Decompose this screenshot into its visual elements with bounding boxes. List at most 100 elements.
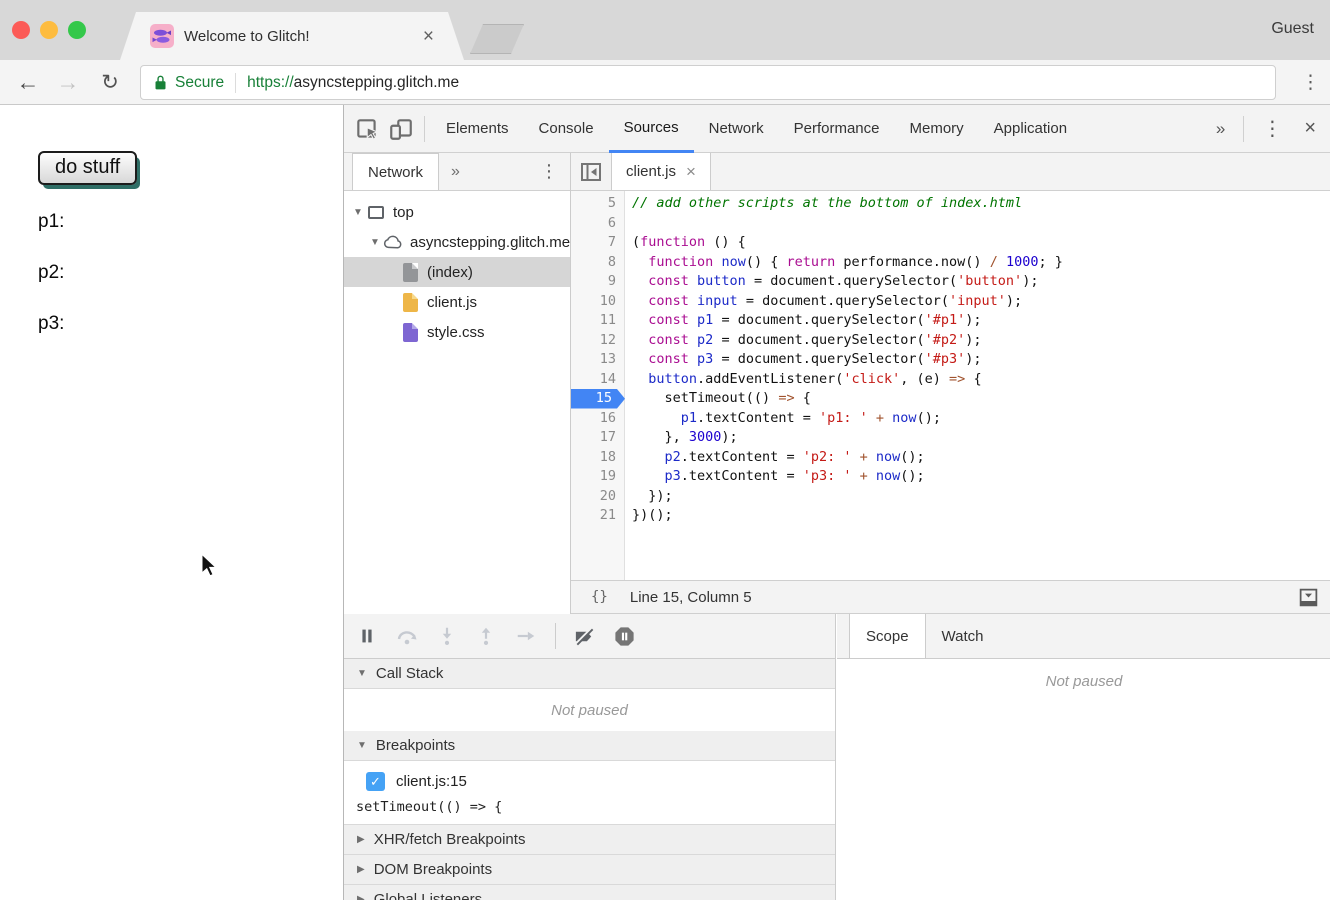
- line-number[interactable]: 13: [571, 350, 625, 370]
- code-line[interactable]: setTimeout(() => {: [625, 389, 811, 409]
- code-line[interactable]: const p2 = document.querySelector('#p2')…: [625, 331, 982, 351]
- paragraph-p2: p2:: [38, 262, 64, 284]
- line-number[interactable]: 10: [571, 292, 625, 312]
- tree-item-client-js[interactable]: client.js: [344, 287, 570, 317]
- browser-menu-icon[interactable]: ⋮: [1301, 60, 1320, 104]
- devtools-tab-performance[interactable]: Performance: [779, 105, 895, 153]
- line-number[interactable]: 19: [571, 467, 625, 487]
- step-icon[interactable]: [514, 625, 538, 647]
- editor-tab-clientjs[interactable]: client.js ×: [611, 153, 711, 190]
- code-line[interactable]: }, 3000);: [625, 428, 738, 448]
- code-line[interactable]: const p1 = document.querySelector('#p1')…: [625, 311, 982, 331]
- code-line[interactable]: const button = document.querySelector('b…: [625, 272, 1038, 292]
- devtools-close-icon[interactable]: ×: [1294, 117, 1326, 140]
- tab-scope[interactable]: Scope: [849, 614, 926, 658]
- show-drawer-icon[interactable]: [1298, 587, 1319, 608]
- line-number[interactable]: 16: [571, 409, 625, 429]
- line-number[interactable]: 9: [571, 272, 625, 292]
- section-header-dom-breakpoints[interactable]: ▶DOM Breakpoints: [344, 855, 835, 885]
- breakpoints-header[interactable]: ▼ Breakpoints: [344, 731, 835, 761]
- line-number[interactable]: 21: [571, 506, 625, 526]
- devtools-menu-icon[interactable]: ⋮: [1252, 116, 1292, 141]
- navigator-more-tabs-icon[interactable]: »: [439, 153, 472, 190]
- pause-script-icon[interactable]: [356, 625, 378, 647]
- devtools-tab-sources[interactable]: Sources: [609, 105, 694, 153]
- line-number[interactable]: 8: [571, 253, 625, 273]
- navigator-menu-icon[interactable]: ⋮: [528, 153, 570, 190]
- breakpoint-location-label: client.js:15: [396, 773, 467, 790]
- code-line[interactable]: const input = document.querySelector('in…: [625, 292, 1022, 312]
- do-stuff-button[interactable]: do stuff: [38, 151, 137, 185]
- code-row: 11 const p1 = document.querySelector('#p…: [571, 311, 1330, 331]
- code-line[interactable]: (function () {: [625, 233, 746, 253]
- line-number[interactable]: 18: [571, 448, 625, 468]
- line-number[interactable]: 20: [571, 487, 625, 507]
- line-number[interactable]: 5: [571, 194, 625, 214]
- profile-label[interactable]: Guest: [1271, 20, 1314, 38]
- pause-on-exceptions-icon[interactable]: [613, 625, 636, 648]
- devtools-tab-elements[interactable]: Elements: [431, 105, 524, 153]
- code-line[interactable]: });: [625, 487, 673, 507]
- code-line[interactable]: // add other scripts at the bottom of in…: [625, 194, 1022, 214]
- tree-expander-icon[interactable]: ▼: [350, 207, 366, 218]
- code-line[interactable]: p1.textContent = 'p1: ' + now();: [625, 409, 941, 429]
- frame-icon: [366, 206, 386, 219]
- deactivate-breakpoints-icon[interactable]: [573, 625, 596, 648]
- code-line[interactable]: })();: [625, 506, 673, 526]
- breakpoint-checkbox[interactable]: ✓: [366, 772, 385, 791]
- code-line[interactable]: button.addEventListener('click', (e) => …: [625, 370, 982, 390]
- close-window-button[interactable]: [12, 21, 30, 39]
- line-number[interactable]: 6: [571, 214, 625, 234]
- breakpoint-marker[interactable]: 15: [571, 389, 625, 409]
- browser-tab[interactable]: Welcome to Glitch! ×: [120, 12, 464, 60]
- code-line[interactable]: p3.textContent = 'p3: ' + now();: [625, 467, 925, 487]
- code-line[interactable]: const p3 = document.querySelector('#p3')…: [625, 350, 982, 370]
- back-button[interactable]: ←: [12, 60, 44, 104]
- breakpoint-entry[interactable]: ✓ client.js:15 setTimeout(() => {: [344, 761, 835, 825]
- navigator-tab-network[interactable]: Network: [352, 153, 439, 190]
- reload-button[interactable]: ↻: [94, 60, 126, 104]
- code-line[interactable]: function now() { return performance.now(…: [625, 253, 1063, 273]
- url-bar[interactable]: Secure https:// asyncstepping.glitch.me: [140, 65, 1276, 100]
- devtools-tab-console[interactable]: Console: [524, 105, 609, 153]
- code-row: 20 });: [571, 487, 1330, 507]
- step-out-icon[interactable]: [475, 624, 497, 648]
- doc-purple-icon: [400, 323, 420, 342]
- new-tab-button[interactable]: [470, 24, 524, 54]
- section-header-xhr-fetch-breakpoints[interactable]: ▶XHR/fetch Breakpoints: [344, 825, 835, 855]
- call-stack-header[interactable]: ▼ Call Stack: [344, 659, 835, 689]
- section-header-global-listeners[interactable]: ▶Global Listeners: [344, 885, 835, 900]
- line-number[interactable]: 12: [571, 331, 625, 351]
- breakpoints-title: Breakpoints: [376, 737, 455, 754]
- tree-item-asyncstepping-glitch-me[interactable]: ▼asyncstepping.glitch.me: [344, 227, 570, 257]
- more-tabs-icon[interactable]: »: [1206, 119, 1235, 139]
- collapse-navigator-icon[interactable]: [571, 153, 611, 190]
- tree-expander-icon[interactable]: ▼: [367, 237, 383, 248]
- devtools-tab-network[interactable]: Network: [694, 105, 779, 153]
- tree-item-style-css[interactable]: style.css: [344, 317, 570, 347]
- zoom-window-button[interactable]: [68, 21, 86, 39]
- line-number[interactable]: 7: [571, 233, 625, 253]
- tab-close-icon[interactable]: ×: [423, 27, 434, 46]
- line-number[interactable]: 17: [571, 428, 625, 448]
- inspect-element-icon[interactable]: [350, 112, 384, 146]
- tree-item--index-[interactable]: (index): [344, 257, 570, 287]
- step-into-icon[interactable]: [436, 624, 458, 648]
- line-number[interactable]: 11: [571, 311, 625, 331]
- tree-item-top[interactable]: ▼top: [344, 197, 570, 227]
- editor-tab-close-icon[interactable]: ×: [686, 162, 696, 182]
- code-line[interactable]: [625, 214, 640, 234]
- devtools-panel: ElementsConsoleSourcesNetworkPerformance…: [343, 105, 1330, 900]
- code-row: 6: [571, 214, 1330, 234]
- devtools-tab-application[interactable]: Application: [979, 105, 1082, 153]
- pretty-print-icon[interactable]: {}: [591, 589, 608, 605]
- code-line[interactable]: p2.textContent = 'p2: ' + now();: [625, 448, 925, 468]
- step-over-icon[interactable]: [395, 624, 419, 648]
- code-editor[interactable]: 5// add other scripts at the bottom of i…: [571, 191, 1330, 580]
- device-toolbar-icon[interactable]: [384, 112, 418, 146]
- devtools-tab-memory[interactable]: Memory: [895, 105, 979, 153]
- forward-button[interactable]: →: [52, 60, 84, 104]
- tab-watch[interactable]: Watch: [926, 614, 1000, 658]
- minimize-window-button[interactable]: [40, 21, 58, 39]
- line-number[interactable]: 14: [571, 370, 625, 390]
